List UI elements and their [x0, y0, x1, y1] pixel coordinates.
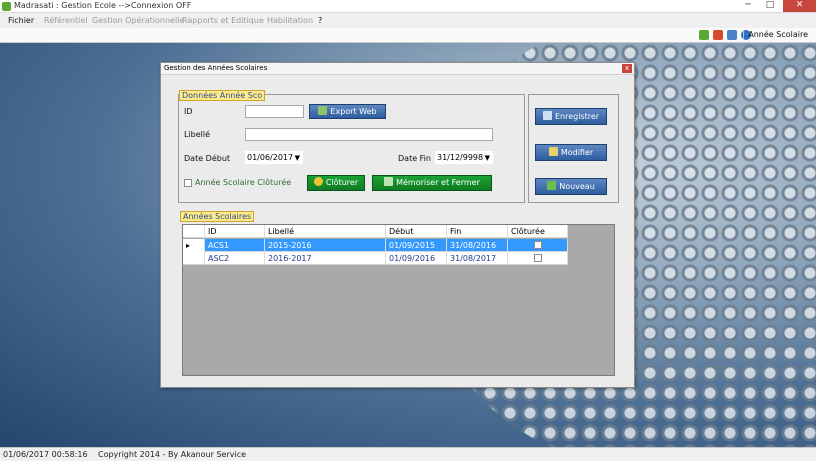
window-titlebar: Madrasati : Gestion Ecole -->Connexion O…: [0, 0, 816, 13]
memoriser-fermer-label: Mémoriser et Fermer: [396, 178, 480, 187]
chevron-down-icon: ▼: [294, 154, 300, 162]
dialog-close-button[interactable]: x: [622, 64, 632, 73]
table-row[interactable]: ASC2 2016-2017 01/09/2016 31/08/2017: [183, 252, 568, 265]
annees-grid: ID Libellé Début Fin Clôturée ▸ ACS1 201…: [182, 224, 615, 376]
menu-fichier[interactable]: Fichier: [8, 16, 34, 25]
cloturer-label: Clôturer: [325, 178, 359, 187]
cell-fin: 31/08/2016: [447, 239, 508, 252]
chevron-down-icon: ▼: [484, 154, 490, 162]
current-module-label: Année Scolaire: [743, 30, 808, 39]
cloturer-button[interactable]: Clôturer: [307, 175, 365, 191]
row-selector-icon: ▸: [183, 239, 205, 252]
cloturee-row-checkbox[interactable]: [534, 254, 542, 262]
cell-id: ACS1: [205, 239, 265, 252]
plug-disconnect-icon[interactable]: [713, 30, 723, 40]
menu-rapports-editique[interactable]: Rapports et Editique: [182, 16, 264, 25]
minimize-button[interactable]: ─: [737, 0, 759, 12]
date-fin-picker[interactable]: 31/12/9998 ▼: [435, 151, 493, 164]
cell-cloturee: [508, 239, 568, 252]
add-icon: [547, 181, 557, 190]
maximize-button[interactable]: □: [759, 0, 781, 12]
save-icon: [542, 111, 552, 120]
plug-connect-icon[interactable]: [699, 30, 709, 40]
status-bar: 01/06/2017 00:58:16 Copyright 2014 - By …: [0, 447, 816, 461]
menu-referentiel[interactable]: Référentiel: [44, 16, 87, 25]
date-fin-value: 31/12/9998: [437, 153, 484, 162]
column-header-cloturee[interactable]: Clôturée: [508, 225, 568, 238]
column-header-fin[interactable]: Fin: [447, 225, 508, 238]
dialog-titlebar: Gestion des Années Scolaires x: [161, 63, 634, 75]
home-icon[interactable]: [727, 30, 737, 40]
edit-icon: [548, 147, 558, 156]
menu-gestion-operationnelle[interactable]: Gestion Opérationnelle: [92, 16, 184, 25]
enregistrer-label: Enregistrer: [554, 112, 600, 121]
nouveau-label: Nouveau: [559, 182, 595, 191]
annees-scolaires-dialog: Gestion des Années Scolaires x Données A…: [160, 62, 635, 388]
list-group-legend: Années Scolaires: [180, 211, 255, 222]
export-web-button[interactable]: Export Web: [309, 104, 386, 119]
save-close-icon: [384, 177, 394, 186]
date-fin-label: Date Fin: [398, 154, 431, 163]
close-window-button[interactable]: ✕: [783, 0, 816, 12]
column-header-id[interactable]: ID: [205, 225, 265, 238]
table-row[interactable]: ▸ ACS1 2015-2016 01/09/2015 31/08/2016: [183, 239, 568, 252]
date-debut-value: 01/06/2017: [247, 153, 294, 162]
nouveau-button[interactable]: Nouveau: [535, 178, 607, 195]
form-group: Données Année Sco ID Export Web Libellé …: [178, 90, 525, 203]
id-input[interactable]: [245, 105, 304, 118]
cell-libelle: 2016-2017: [265, 252, 386, 265]
status-datetime: 01/06/2017 00:58:16: [3, 450, 88, 459]
status-copyright: Copyright 2014 - By Akanour Service: [98, 450, 247, 459]
modifier-button[interactable]: Modifier: [535, 144, 607, 161]
cloturee-checkbox[interactable]: [184, 179, 192, 187]
dialog-title: Gestion des Années Scolaires: [164, 64, 268, 72]
modifier-label: Modifier: [560, 148, 594, 157]
app-icon: [2, 2, 11, 11]
column-header-debut[interactable]: Début: [386, 225, 447, 238]
cloturee-label: Année Scolaire Clôturée: [195, 178, 292, 187]
cell-debut: 01/09/2015: [386, 239, 447, 252]
lock-icon: [313, 177, 323, 186]
cloturee-row-checkbox[interactable]: [534, 241, 542, 249]
menu-habilitation[interactable]: Habilitation: [267, 16, 313, 25]
row-selector: [183, 252, 205, 265]
enregistrer-button[interactable]: Enregistrer: [535, 108, 607, 125]
export-web-label: Export Web: [330, 107, 377, 116]
grid-header-row: ID Libellé Début Fin Clôturée: [183, 225, 568, 238]
cell-debut: 01/09/2016: [386, 252, 447, 265]
memoriser-fermer-button[interactable]: Mémoriser et Fermer: [372, 175, 492, 191]
cell-id: ASC2: [205, 252, 265, 265]
cell-libelle: 2015-2016: [265, 239, 386, 252]
libelle-input[interactable]: [245, 128, 493, 141]
menu-help[interactable]: ?: [318, 16, 322, 25]
menu-bar: Fichier Référentiel Gestion Opérationnel…: [0, 13, 816, 28]
date-debut-label: Date Début: [184, 154, 231, 163]
cell-cloturee: [508, 252, 568, 265]
row-header-corner: [183, 225, 205, 238]
libelle-label: Libellé: [184, 130, 211, 139]
date-debut-picker[interactable]: 01/06/2017 ▼: [245, 151, 303, 164]
column-header-libelle[interactable]: Libellé: [265, 225, 386, 238]
toolbar: Année Scolaire: [0, 28, 816, 43]
id-label: ID: [184, 107, 193, 116]
form-group-legend: Données Année Sco: [179, 90, 266, 101]
window-title: Madrasati : Gestion Ecole -->Connexion O…: [14, 1, 192, 10]
export-icon: [318, 106, 328, 115]
cell-fin: 31/08/2017: [447, 252, 508, 265]
